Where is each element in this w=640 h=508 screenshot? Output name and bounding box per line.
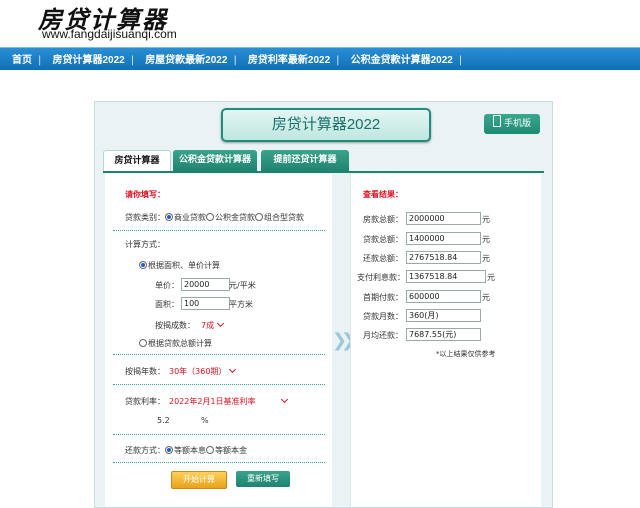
- result-value[interactable]: 2000000: [406, 212, 481, 225]
- rate-row: 贷款利率： 2022年2月1日基准利率: [125, 395, 288, 407]
- divider: [113, 462, 325, 463]
- loan-type-commercial-label[interactable]: 商业贷款: [174, 213, 206, 222]
- result-value[interactable]: 600000: [406, 290, 481, 303]
- main-nav: 首页 | 房贷计算器2022 | 房屋贷款最新2022 | 房贷利率最新2022 | 公…: [0, 47, 640, 70]
- loan-type-row: 贷款类别： 商业贷款 公积金贷款 组合型贷款: [125, 212, 304, 223]
- repay-label: 还款方式：: [125, 446, 165, 455]
- site-url: www.fangdaijisuanqi.com: [42, 27, 177, 41]
- nav-home-loan-latest[interactable]: 房屋贷款最新2022: [139, 50, 233, 72]
- chevron-down-icon[interactable]: [280, 395, 288, 404]
- by-total-label[interactable]: 根据贷款总额计算: [148, 339, 212, 348]
- loan-type-provident-label[interactable]: 公积金贷款: [215, 213, 255, 222]
- rate-label: 贷款利率：: [125, 397, 165, 406]
- result-label: 月均还款：: [363, 331, 403, 340]
- result-label: 首期付款：: [363, 293, 403, 302]
- chevron-down-icon[interactable]: [217, 319, 225, 328]
- divider: [113, 384, 325, 385]
- phone-icon: [492, 115, 501, 127]
- tab-provident-fund[interactable]: 公积金贷款计算器: [173, 150, 257, 171]
- result-label: 房款总额：: [363, 215, 403, 224]
- divider: [113, 230, 325, 231]
- loan-type-label: 贷款类别：: [125, 213, 165, 222]
- by-area-label[interactable]: 根据面积、单价计算: [148, 261, 220, 270]
- repay-equal-installment-radio[interactable]: [165, 446, 173, 454]
- tab-mortgage-calculator[interactable]: 房贷计算器2022: [103, 150, 171, 187]
- nav-separator: |: [458, 55, 463, 66]
- tab-underline: [103, 171, 544, 173]
- chevron-down-icon[interactable]: [229, 365, 237, 374]
- unit-price-label: 单价：: [155, 281, 179, 290]
- reset-button[interactable]: 重新填写: [236, 471, 290, 487]
- result-unit: 元: [482, 235, 490, 244]
- by-area-option[interactable]: 根据面积、单价计算: [139, 260, 220, 271]
- calculate-button[interactable]: 开始计算: [171, 471, 227, 489]
- page-title: 房贷计算器2022: [221, 108, 431, 142]
- nav-mortgage-rate[interactable]: 房贷利率最新2022: [242, 50, 336, 72]
- result-label: 贷款月数：: [363, 312, 403, 321]
- loan-type-provident-radio[interactable]: [206, 213, 214, 221]
- result-unit: 元: [482, 215, 490, 224]
- loan-type-combined-label[interactable]: 组合型贷款: [264, 213, 304, 222]
- double-chevron-right-icon: ❯❯: [332, 330, 356, 351]
- years-value[interactable]: 30年（360期）: [169, 367, 226, 376]
- nav-provident-fund-calculator[interactable]: 公积金贷款计算器2022: [345, 50, 459, 72]
- ratio-row: 按揭成数： 7成: [155, 319, 225, 331]
- by-area-radio[interactable]: [139, 261, 147, 269]
- ratio-value[interactable]: 7成: [201, 321, 214, 330]
- repay-row: 还款方式： 等额本息 等额本金: [125, 445, 247, 456]
- result-unit: 元: [482, 254, 490, 263]
- calculator-panel: 房贷计算器2022 手机版 房贷计算器2022 公积金贷款计算器 提前还贷计算器…: [94, 101, 553, 508]
- by-total-option[interactable]: 根据贷款总额计算: [139, 338, 212, 349]
- ratio-select[interactable]: 7成: [201, 319, 225, 330]
- calc-method-label: 计算方式：: [125, 240, 165, 249]
- by-total-radio[interactable]: [139, 339, 147, 347]
- unit-price-input[interactable]: 20000: [181, 278, 230, 291]
- nav-home[interactable]: 首页: [0, 50, 38, 72]
- area-unit: 平方米: [229, 300, 253, 309]
- result-label: 支付利息款：: [357, 273, 405, 282]
- area-input[interactable]: 100: [181, 297, 230, 310]
- nav-mortgage-calculator[interactable]: 房贷计算器2022: [46, 50, 130, 72]
- result-unit: 元: [482, 293, 490, 302]
- nav-separator: |: [130, 55, 135, 66]
- loan-type-combined-radio[interactable]: [255, 213, 263, 221]
- result-value[interactable]: 2767518.84: [406, 251, 481, 264]
- years-row: 按揭年数： 30年（360期）: [125, 365, 237, 377]
- tab-prepayment[interactable]: 提前还贷计算器: [261, 150, 349, 171]
- results-title: 查看结果：: [363, 190, 403, 199]
- repay-equal-installment-label[interactable]: 等额本息: [174, 446, 206, 455]
- result-value[interactable]: 1367518.84: [406, 270, 486, 283]
- rate-number-input[interactable]: 5.2: [157, 416, 179, 425]
- nav-separator: |: [336, 55, 340, 66]
- years-select[interactable]: 30年（360期）: [169, 365, 237, 376]
- result-label: 还款总额：: [363, 254, 403, 263]
- results-note: *以上结果仅供参考: [436, 350, 496, 358]
- loan-type-commercial-radio[interactable]: [165, 213, 173, 221]
- unit-price-unit: 元/平米: [229, 281, 256, 290]
- rate-value[interactable]: 2022年2月1日基准利率: [169, 397, 256, 406]
- repay-equal-principal-radio[interactable]: [206, 446, 214, 454]
- mobile-version-label: 手机版: [503, 119, 531, 129]
- nav-separator: |: [233, 55, 237, 66]
- form-section-title: 请你填写：: [125, 190, 165, 199]
- result-value[interactable]: 1400000: [406, 232, 481, 245]
- input-form: 请你填写： 贷款类别： 商业贷款 公积金贷款 组合型贷款 计算方式： 根据面积、单价计…: [105, 174, 332, 507]
- result-unit: 元: [487, 273, 495, 282]
- divider: [113, 354, 325, 355]
- results-panel: 查看结果： 房款总额： 2000000 元 贷款总额： 1400000 元 还款…: [350, 174, 541, 507]
- repay-equal-principal-label[interactable]: 等额本金: [215, 446, 247, 455]
- rate-select[interactable]: 2022年2月1日基准利率: [169, 395, 288, 406]
- result-value[interactable]: 360(月): [406, 309, 481, 322]
- area-label: 面积：: [155, 300, 179, 309]
- mobile-version-button[interactable]: 手机版: [484, 114, 540, 134]
- result-value[interactable]: 7687.55(元): [406, 328, 481, 341]
- nav-separator: |: [38, 55, 42, 66]
- rate-unit: %: [201, 416, 209, 425]
- result-label: 贷款总额：: [363, 235, 403, 244]
- divider: [113, 434, 325, 435]
- years-label: 按揭年数：: [125, 367, 165, 376]
- ratio-label: 按揭成数：: [155, 321, 195, 330]
